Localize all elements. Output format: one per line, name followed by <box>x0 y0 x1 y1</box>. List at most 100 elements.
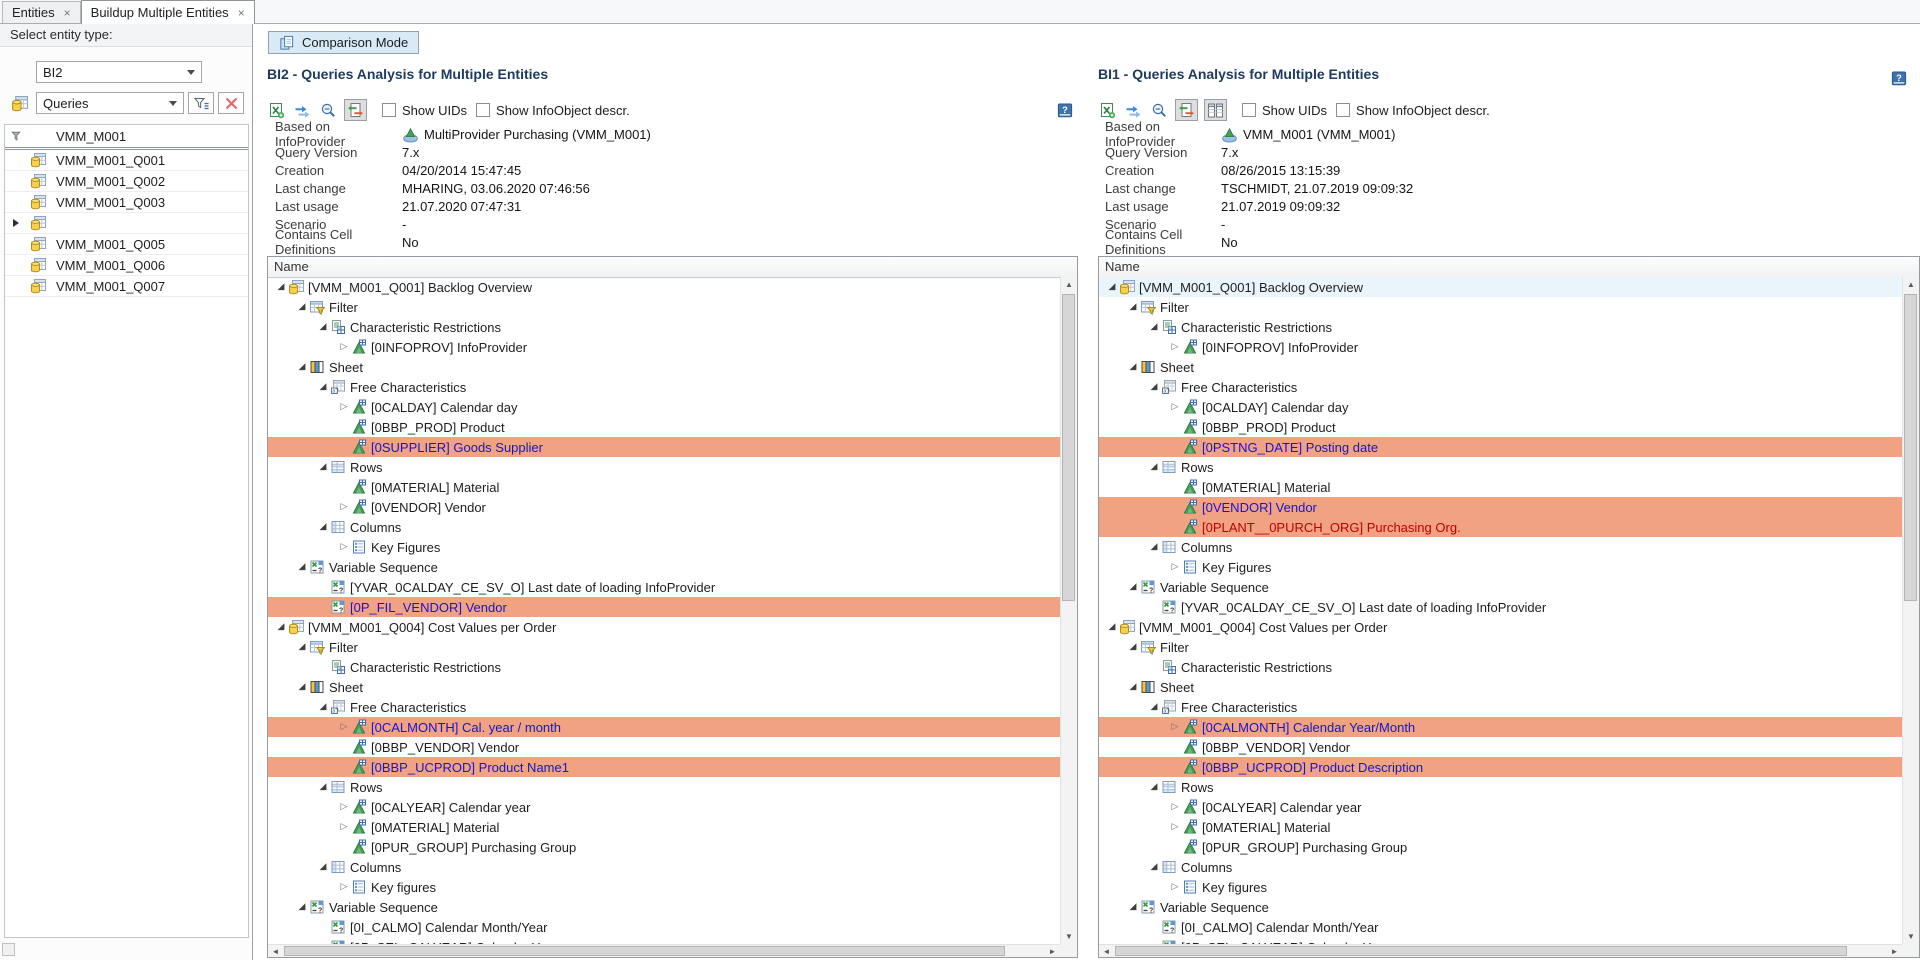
tree-row[interactable]: [0PLANT__0PURCH_ORG] Purchasing Org. <box>1099 517 1902 537</box>
help-icon[interactable]: ? <box>1057 103 1073 119</box>
tree-row[interactable]: Filter <box>268 637 1060 657</box>
collapse-icon[interactable] <box>1126 902 1140 913</box>
collapse-icon[interactable] <box>1126 682 1140 693</box>
scroll-up-icon[interactable]: ▲ <box>1061 277 1077 292</box>
filter-button[interactable] <box>188 92 214 114</box>
expand-icon[interactable] <box>337 802 351 813</box>
collapse-icon[interactable] <box>274 282 288 293</box>
transfer-icon-button[interactable] <box>292 99 312 121</box>
tree-row[interactable]: [0MATERIAL] Material <box>1099 477 1902 497</box>
tree-row[interactable]: Sheet <box>1099 357 1902 377</box>
show-uids-checkbox[interactable] <box>382 103 396 117</box>
list-filter-row[interactable]: VMM_M001 <box>5 125 248 150</box>
tree-row[interactable]: ?Variable Sequence <box>268 897 1060 917</box>
scroll-up-icon[interactable]: ▲ <box>1903 277 1919 292</box>
tree-row[interactable]: Rows <box>1099 777 1902 797</box>
tree-row[interactable]: [VMM_M001_Q001] Backlog Overview <box>1099 277 1902 297</box>
tree-row[interactable]: [0BBP_VENDOR] Vendor <box>1099 737 1902 757</box>
tree-row[interactable]: [0CALDAY] Calendar day <box>268 397 1060 417</box>
show-uids-checkbox[interactable] <box>1242 103 1256 117</box>
tree-row[interactable]: [0MATERIAL] Material <box>268 477 1060 497</box>
scrollbar-thumb[interactable] <box>1115 946 1847 956</box>
vertical-scrollbar[interactable]: ▲ ▼ <box>1060 277 1077 944</box>
list-item[interactable]: VMM_M001_Q004 <box>5 213 248 234</box>
collapse-icon[interactable] <box>1147 382 1161 393</box>
expand-icon[interactable] <box>1168 722 1182 733</box>
tree-row[interactable]: ?[0P_SEL_CALYEAR] Calendar Year <box>268 937 1060 944</box>
tree-row[interactable]: Rows <box>1099 457 1902 477</box>
tree-row[interactable]: Columns <box>1099 857 1902 877</box>
tree-row[interactable]: Key Figures <box>268 537 1060 557</box>
tree-row[interactable]: Rows <box>268 457 1060 477</box>
collapse-icon[interactable] <box>295 362 309 373</box>
collapse-icon[interactable] <box>1147 782 1161 793</box>
tree-row[interactable]: ?[0P_FIL_VENDOR] Vendor <box>268 597 1060 617</box>
tree-row[interactable]: Filter <box>1099 297 1902 317</box>
tree-row[interactable]: Columns <box>268 517 1060 537</box>
expand-icon[interactable] <box>337 542 351 553</box>
scroll-right-icon[interactable]: ► <box>1045 945 1060 957</box>
expand-icon[interactable] <box>337 402 351 413</box>
expand-icon[interactable] <box>337 822 351 833</box>
scrollbar-thumb[interactable] <box>1904 294 1917 601</box>
side-by-side-icon-button[interactable] <box>1204 99 1227 121</box>
tree-row[interactable]: [0MATERIAL] Material <box>1099 817 1902 837</box>
tree-row[interactable]: [0CALYEAR] Calendar year <box>268 797 1060 817</box>
expand-icon[interactable] <box>337 342 351 353</box>
tree-row[interactable]: [0BBP_UCPROD] Product Name1 <box>268 757 1060 777</box>
tree-row[interactable]: ?[0I_CALMO] Calendar Month/Year <box>268 917 1060 937</box>
tree-row[interactable]: [0VENDOR] Vendor <box>1099 497 1902 517</box>
tree-row[interactable]: ?Variable Sequence <box>1099 897 1902 917</box>
collapse-icon[interactable] <box>1147 542 1161 553</box>
expand-icon[interactable] <box>337 882 351 893</box>
tree-row[interactable]: a?Free Characteristics <box>1099 377 1902 397</box>
collapse-icon[interactable] <box>1105 282 1119 293</box>
scroll-left-icon[interactable]: ◄ <box>268 945 283 957</box>
collapse-icon[interactable] <box>316 522 330 533</box>
tree-row[interactable]: [0PUR_GROUP] Purchasing Group <box>1099 837 1902 857</box>
zoom-out-icon-button[interactable] <box>1149 99 1169 121</box>
collapse-icon[interactable] <box>316 862 330 873</box>
tree-row[interactable]: Sheet <box>268 357 1060 377</box>
collapse-icon[interactable] <box>316 462 330 473</box>
tree-row[interactable]: Columns <box>1099 537 1902 557</box>
scrollbar-thumb[interactable] <box>1062 294 1075 601</box>
horizontal-scrollbar[interactable]: ◄ ► <box>268 944 1060 957</box>
tree-row[interactable]: Key figures <box>268 877 1060 897</box>
entity-type-select[interactable]: BI2 <box>36 61 202 83</box>
collapse-icon[interactable] <box>1147 702 1161 713</box>
tree-row[interactable]: a?Free Characteristics <box>268 697 1060 717</box>
tree-row[interactable]: [VMM_M001_Q001] Backlog Overview <box>268 277 1060 297</box>
tree-row[interactable]: [VMM_M001_Q004] Cost Values per Order <box>268 617 1060 637</box>
expand-icon[interactable] <box>337 722 351 733</box>
compare-icon-button[interactable] <box>344 99 367 121</box>
tree-row[interactable]: Columns <box>268 857 1060 877</box>
tree-row[interactable]: [0CALDAY] Calendar day <box>1099 397 1902 417</box>
tree-row[interactable]: [0BBP_VENDOR] Vendor <box>268 737 1060 757</box>
tree-row[interactable]: Characteristic Restrictions <box>268 657 1060 677</box>
collapse-icon[interactable] <box>295 302 309 313</box>
list-item[interactable]: VMM_M001_Q001 <box>5 150 248 171</box>
tree-row[interactable]: ?Variable Sequence <box>268 557 1060 577</box>
zoom-out-icon-button[interactable] <box>318 99 338 121</box>
collapse-icon[interactable] <box>1126 362 1140 373</box>
collapse-icon[interactable] <box>295 682 309 693</box>
tree-row[interactable]: [0MATERIAL] Material <box>268 817 1060 837</box>
scrollbar-thumb[interactable] <box>284 946 1005 956</box>
scroll-down-icon[interactable]: ▼ <box>1903 929 1919 944</box>
transfer-icon-button[interactable] <box>1123 99 1143 121</box>
tree-column-header[interactable]: Name <box>1099 257 1919 278</box>
tree-row[interactable]: Filter <box>268 297 1060 317</box>
collapse-icon[interactable] <box>1126 642 1140 653</box>
collapse-icon[interactable] <box>316 382 330 393</box>
scroll-down-icon[interactable]: ▼ <box>1061 929 1077 944</box>
collapse-icon[interactable] <box>1126 582 1140 593</box>
close-icon[interactable]: × <box>64 7 71 19</box>
comparison-mode-button[interactable]: Comparison Mode <box>268 31 419 54</box>
excel-export-icon-button[interactable] <box>1097 99 1117 121</box>
tree-row[interactable]: Sheet <box>1099 677 1902 697</box>
tree-row[interactable]: [0VENDOR] Vendor <box>268 497 1060 517</box>
list-item[interactable]: VMM_M001_Q006 <box>5 255 248 276</box>
show-infoobject-descr-checkbox[interactable] <box>1336 103 1350 117</box>
list-item[interactable]: VMM_M001_Q007 <box>5 276 248 297</box>
